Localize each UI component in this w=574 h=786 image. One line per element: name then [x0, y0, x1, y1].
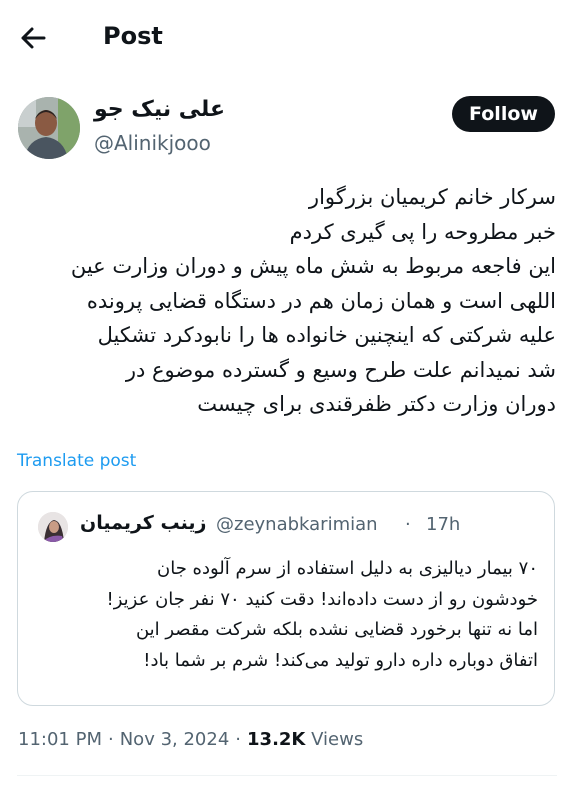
quoted-author-name: زینب کریمیان [80, 512, 207, 534]
quoted-author-handle: @zeynabkarimian [216, 514, 378, 535]
follow-button[interactable]: Follow [452, 96, 555, 132]
divider [17, 775, 557, 776]
page-title: Post [103, 22, 163, 50]
author-handle[interactable]: @Alinikjooo [94, 131, 211, 155]
views-count: 13.2K [247, 729, 306, 750]
translate-post-link[interactable]: Translate post [17, 451, 136, 471]
quoted-author-photo [38, 512, 68, 542]
post-time[interactable]: 11:01 PM [18, 729, 102, 750]
post-metadata: 11:01 PM · Nov 3, 2024 · 13.2K Views [18, 729, 363, 750]
views-label: Views [311, 729, 364, 750]
author-avatar[interactable] [18, 97, 80, 159]
arrow-left-icon [21, 27, 46, 49]
quoted-post-text: ۷۰ بیمار دیالیزی به دلیل استفاده از سرم … [106, 558, 538, 671]
top-bar: Post [0, 0, 574, 78]
quoted-post-time: 17h [426, 514, 461, 535]
separator-dot: · [405, 514, 411, 535]
author-name[interactable]: علی نیک جو [94, 97, 225, 122]
post-date[interactable]: Nov 3, 2024 [120, 729, 230, 750]
separator-dot: · [235, 729, 242, 750]
author-photo [18, 97, 80, 159]
quoted-author-avatar[interactable] [38, 512, 68, 542]
quoted-post[interactable]: زینب کریمیان @zeynabkarimian · 17h ۷۰ بی… [17, 491, 555, 706]
back-button[interactable] [14, 20, 54, 56]
separator-dot: · [107, 729, 114, 750]
post-text: سرکار خانم کریمیان بزرگوار خبر مطروحه را… [70, 185, 556, 416]
